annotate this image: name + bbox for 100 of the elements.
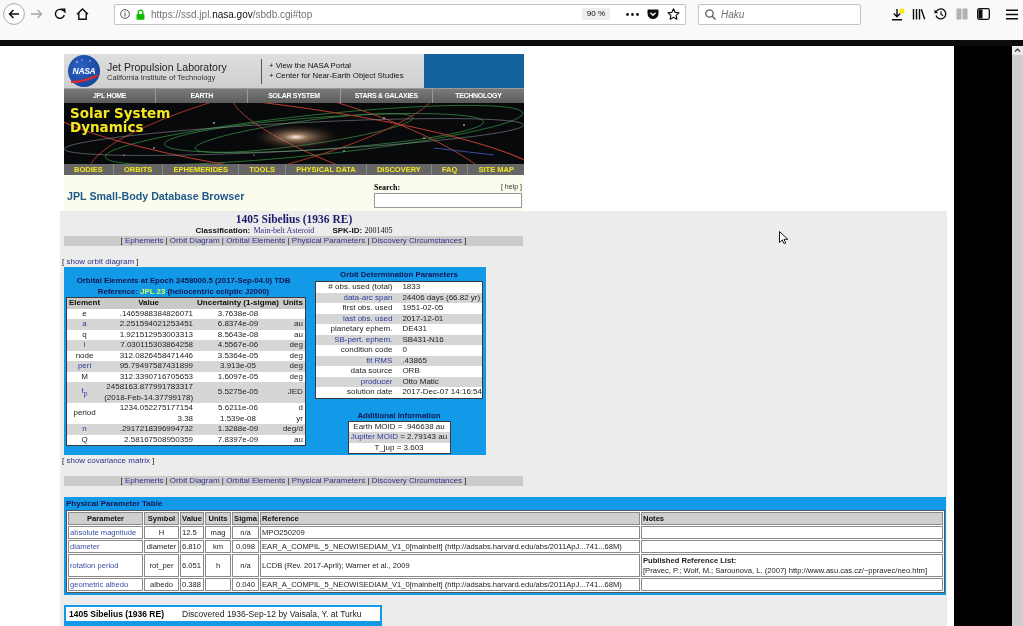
info-label[interactable]: Jupiter MOID <box>350 432 398 441</box>
element-link[interactable]: M <box>66 371 103 382</box>
table-cell: 5.6211e-06 <box>195 403 281 414</box>
table-cell: 2458163.877991783317 (2018-Feb-14.37799178) <box>102 382 196 403</box>
section-link[interactable]: Physical Parameters <box>291 236 366 245</box>
row-label[interactable]: fit RMS <box>315 355 398 366</box>
lab-name: Jet Propulsion Laboratory <box>107 60 228 73</box>
table-cell: Otto Matic <box>397 376 483 387</box>
row-label: condition code <box>315 345 398 356</box>
object-title: 1405 Sibelius (1936 RE) <box>234 213 354 225</box>
table-cell: 1.6097e-05 <box>195 371 281 382</box>
discovery-designation: 1405 Sibelius (1936 RE) <box>69 609 165 619</box>
orbit-diagram-toggle: [ show orbit diagram ] <box>62 257 139 267</box>
url-text[interactable]: https://ssd.jpl.nasa.gov/sbdb.cgi#top <box>151 8 313 20</box>
table-cell: 3.913e-05 <box>195 361 281 372</box>
row-label[interactable]: last obs. used <box>315 313 398 324</box>
table-cell: ORB <box>397 366 483 377</box>
more-dots-icon[interactable] <box>626 12 639 16</box>
element-link[interactable]: node <box>66 350 103 361</box>
logo[interactable]: NASA <box>68 55 100 87</box>
table-cell: 24406 days (66.82 yr) <box>397 292 483 303</box>
element-link[interactable]: period <box>66 403 103 424</box>
table-cell: 0 <box>397 345 483 356</box>
table-cell: deg <box>280 350 306 361</box>
row-label[interactable]: SB-pert. ephem. <box>315 334 398 345</box>
table-cell: deg <box>280 361 306 372</box>
table-cell: 7.8397e-09 <box>195 434 281 446</box>
table-cell: SB431-N16 <box>397 334 483 345</box>
table-cell: JED <box>280 382 306 403</box>
home-icon[interactable] <box>76 8 89 20</box>
history-icon[interactable] <box>934 8 947 20</box>
menu-icon[interactable] <box>1006 8 1018 20</box>
element-link[interactable]: t$_{p}$ <box>66 382 103 403</box>
classification-link[interactable]: Main-belt Asteroid <box>253 226 315 235</box>
section-links-bar: [ Ephemeris | Orbit Diagram | Orbital Elements | Physical Parameters | Discovery Circumstances ] <box>64 236 523 246</box>
column-header: Element <box>66 297 103 309</box>
section-link[interactable]: Orbit Diagram <box>169 476 220 485</box>
discovery-text: Discovered 1936-Sep-12 by Vaisala, Y. at Turku <box>182 609 362 619</box>
table-cell: 3.7638e-08 <box>195 308 281 319</box>
table-cell: .1465988384826071 <box>102 308 196 319</box>
element-link[interactable]: e <box>66 308 103 319</box>
info-icon[interactable] <box>120 9 130 19</box>
element-link[interactable]: a <box>66 319 103 330</box>
element-link[interactable]: peri <box>66 361 103 372</box>
sidebar-icon[interactable] <box>977 8 990 20</box>
search-field[interactable]: Haku <box>698 3 861 25</box>
star-icon[interactable] <box>667 8 680 20</box>
column-header: Uncertainty (1-sigma) <box>195 297 281 309</box>
row-label: data source <box>315 366 398 377</box>
scroll-up-arrow-icon[interactable] <box>1012 46 1023 55</box>
table-cell: 1.3288e-09 <box>195 424 281 435</box>
spk-id-value: 2001405 <box>364 226 393 235</box>
physical-parameters-title: Physical Parameter Table <box>66 498 164 510</box>
address-bar[interactable]: https://ssd.jpl.nasa.gov/sbdb.cgi#top 90 % <box>114 3 686 25</box>
element-link[interactable]: q <box>66 329 103 340</box>
table-cell: deg <box>280 371 306 382</box>
info-label: T_jup <box>374 442 395 452</box>
section-link[interactable]: Ephemeris <box>125 236 164 245</box>
element-link[interactable]: n <box>66 424 103 435</box>
page-title: JPL Small-Body Database Browser <box>67 190 245 202</box>
info-value: = 2.79143 au <box>400 432 448 441</box>
classification-label: Classification: <box>195 226 251 235</box>
reload-icon[interactable] <box>54 8 66 20</box>
section-link[interactable]: Discovery Circumstances <box>371 476 462 485</box>
table-cell: deg/d <box>280 424 306 435</box>
download-icon[interactable] <box>891 7 905 21</box>
show-covariance-link[interactable]: show covariance matrix <box>66 456 151 465</box>
table-cell: 2.251594021253451 <box>102 319 196 330</box>
row-label[interactable]: producer <box>315 376 398 387</box>
table-cell: 7.030115303864258 <box>102 340 196 351</box>
table-cell: au <box>280 434 306 446</box>
show-orbit-diagram-link[interactable]: show orbit diagram <box>66 257 135 266</box>
search-input[interactable] <box>374 193 522 208</box>
table-cell: deg <box>280 340 306 351</box>
zoom-level-button[interactable]: 90 % <box>581 8 610 20</box>
lock-icon[interactable] <box>136 8 145 20</box>
section-link[interactable]: Orbital Elements <box>226 476 286 485</box>
element-link[interactable]: i <box>66 340 103 351</box>
table-cell: .43865 <box>397 355 483 366</box>
pouch-icon[interactable] <box>647 8 659 20</box>
section-link[interactable]: Orbit Diagram <box>169 236 220 245</box>
table-cell: 1234.052275177154 <box>102 403 196 414</box>
section-link[interactable]: Orbital Elements <box>226 236 286 245</box>
section-link[interactable]: Ephemeris <box>125 476 164 485</box>
search-label: Search: <box>374 183 401 193</box>
covariance-toggle: [ show covariance matrix ] <box>62 456 155 466</box>
table-cell: d <box>280 403 306 414</box>
table-cell: 4.5567e-06 <box>195 340 281 351</box>
table-cell: yr <box>280 413 306 424</box>
row-label[interactable]: data-arc span <box>315 292 398 303</box>
table-cell: 6.8374e-09 <box>195 319 281 330</box>
search-icon <box>705 8 716 20</box>
info-label: Earth MOID <box>353 421 396 431</box>
element-link[interactable]: Q <box>66 434 103 446</box>
section-link[interactable]: Physical Parameters <box>291 476 366 485</box>
table-cell: 8.5643e-08 <box>195 329 281 340</box>
row-label: planetary ephem. <box>315 324 398 335</box>
library-icon[interactable] <box>912 8 926 20</box>
section-link[interactable]: Discovery Circumstances <box>371 236 462 245</box>
scrollbar[interactable] <box>1012 46 1023 626</box>
